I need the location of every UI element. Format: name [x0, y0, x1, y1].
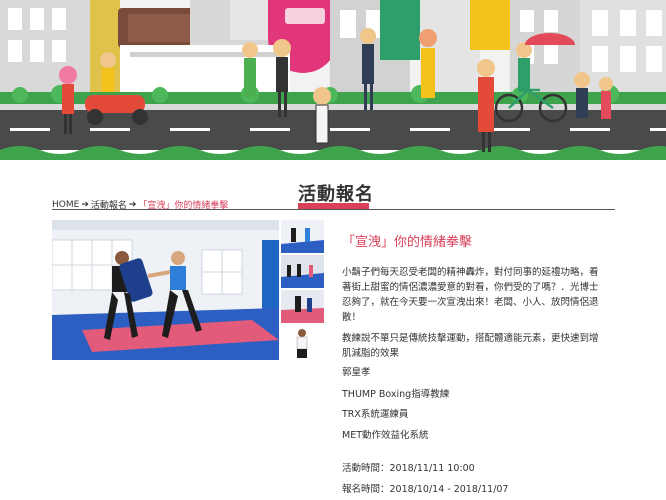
thumbnail-1[interactable] — [281, 220, 324, 253]
thumbnail-3[interactable] — [281, 290, 324, 323]
activity-time: 活動時間：2018/11/11 10:00 — [342, 463, 475, 474]
coach-credential: TRX系統運練員 — [342, 409, 409, 420]
city-street-illustration — [0, 0, 666, 160]
coach-name: 郭皇孝 — [342, 367, 371, 378]
arrow-right-icon: ➔ — [128, 199, 137, 210]
event-description-2: 教練說不單只是傳統技擊運動，搭配體適能元素，更快速到增肌減脂的效果 — [342, 333, 599, 359]
header-banner — [0, 0, 666, 160]
signup-period: 報名時間：2018/10/14 - 2018/11/07 — [342, 484, 509, 495]
breadcrumb-home-link[interactable]: HOME — [52, 200, 79, 210]
thumbnail-4[interactable] — [281, 325, 324, 358]
thumbnail-2[interactable] — [281, 255, 324, 288]
event-description: 小鬍子們每天忍受老闆的精神轟炸，對付同事的延禮功略，看著街上甜蜜的情侶濃濃愛意的… — [342, 267, 599, 323]
event-title: 「宣洩」你的情緒拳擊 — [342, 235, 473, 250]
main-event-photo[interactable] — [52, 220, 279, 360]
thumbnail-strip — [281, 220, 324, 360]
divider — [52, 209, 615, 210]
coach-credential: THUMP Boxing指導教練 — [342, 389, 450, 400]
arrow-right-icon: ➔ — [81, 199, 89, 210]
coach-credential: MET動作效益化系統 — [342, 430, 429, 441]
